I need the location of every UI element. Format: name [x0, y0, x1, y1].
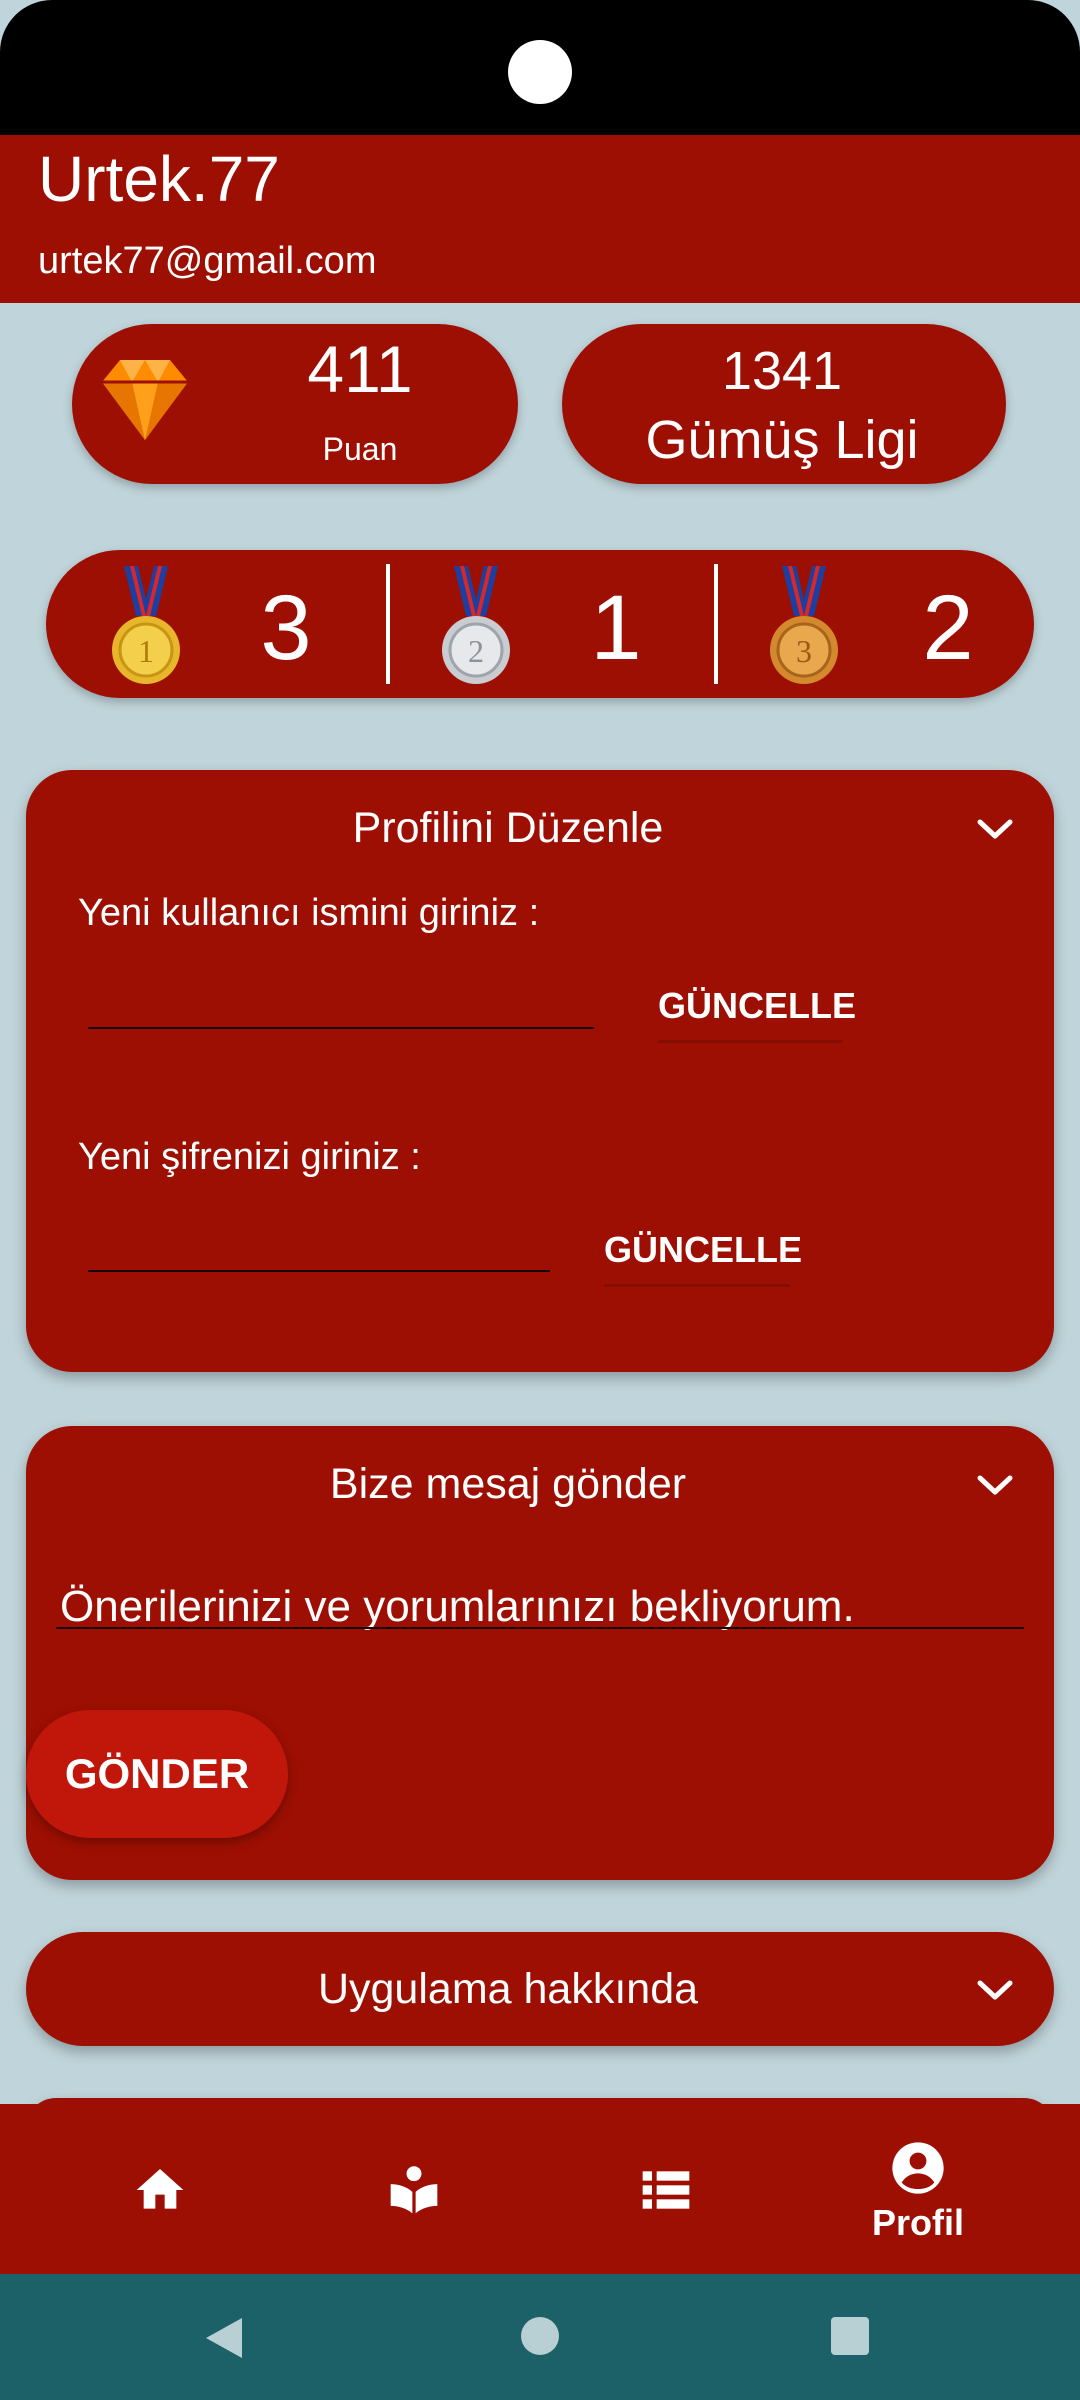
- account-circle-icon[interactable]: [890, 2140, 946, 2196]
- username-input[interactable]: [88, 960, 598, 1026]
- svg-text:1: 1: [138, 633, 154, 669]
- score-value: 411: [307, 332, 413, 406]
- username: Urtek.77: [38, 143, 280, 215]
- edit-profile-title[interactable]: Profilini Düzenle: [26, 802, 990, 854]
- password-input-underline: [88, 1270, 550, 1272]
- back-icon[interactable]: [204, 2316, 244, 2360]
- medals-pill: [46, 550, 1034, 698]
- gold-medal-count: 3: [260, 577, 312, 679]
- gold-medal-icon: 1: [112, 566, 180, 684]
- message-card-title[interactable]: Bize mesaj gönder: [26, 1458, 990, 1510]
- home-icon[interactable]: [132, 2162, 188, 2218]
- book-reader-icon[interactable]: [386, 2162, 442, 2218]
- chevron-down-icon[interactable]: [972, 814, 1018, 844]
- username-input-underline: [88, 1027, 594, 1029]
- silver-medal-icon: 2: [442, 566, 510, 684]
- send-message-button[interactable]: GÖNDER: [26, 1710, 288, 1838]
- password-input[interactable]: [88, 1204, 554, 1270]
- username-field-label: Yeni kullanıcı ismini giriniz :: [78, 892, 540, 934]
- nav-profile-label[interactable]: Profil: [858, 2202, 978, 2244]
- silver-medal-count: 1: [590, 577, 642, 679]
- list-icon[interactable]: [638, 2162, 694, 2218]
- camera-cutout: [508, 40, 572, 104]
- svg-text:3: 3: [796, 633, 812, 669]
- about-card-title[interactable]: Uygulama hakkında: [26, 1963, 990, 2015]
- message-input[interactable]: Önerilerinizi ve yorumlarınızı bekliyoru…: [60, 1580, 1020, 1634]
- password-field-label: Yeni şifrenizi giriniz :: [78, 1136, 421, 1178]
- chevron-down-icon[interactable]: [972, 1470, 1018, 1500]
- user-email: urtek77@gmail.com: [38, 240, 377, 282]
- league-points: 1341: [721, 341, 843, 401]
- recents-icon[interactable]: [830, 2316, 870, 2356]
- medal-divider: [714, 564, 718, 684]
- edit-profile-card: [26, 770, 1054, 1372]
- message-input-underline: [56, 1627, 1024, 1629]
- svg-text:2: 2: [468, 633, 484, 669]
- gem-icon: [102, 360, 188, 440]
- update-password-button[interactable]: GÜNCELLE: [604, 1216, 802, 1284]
- medal-divider: [386, 564, 390, 684]
- home-circle-icon[interactable]: [520, 2316, 560, 2356]
- chevron-down-icon[interactable]: [972, 1975, 1018, 2005]
- league-name: Gümüş Ligi: [645, 410, 919, 470]
- bronze-medal-count: 2: [922, 577, 974, 679]
- update-username-button[interactable]: GÜNCELLE: [658, 972, 856, 1040]
- bronze-medal-icon: 3: [770, 566, 838, 684]
- score-label: Puan: [322, 431, 398, 467]
